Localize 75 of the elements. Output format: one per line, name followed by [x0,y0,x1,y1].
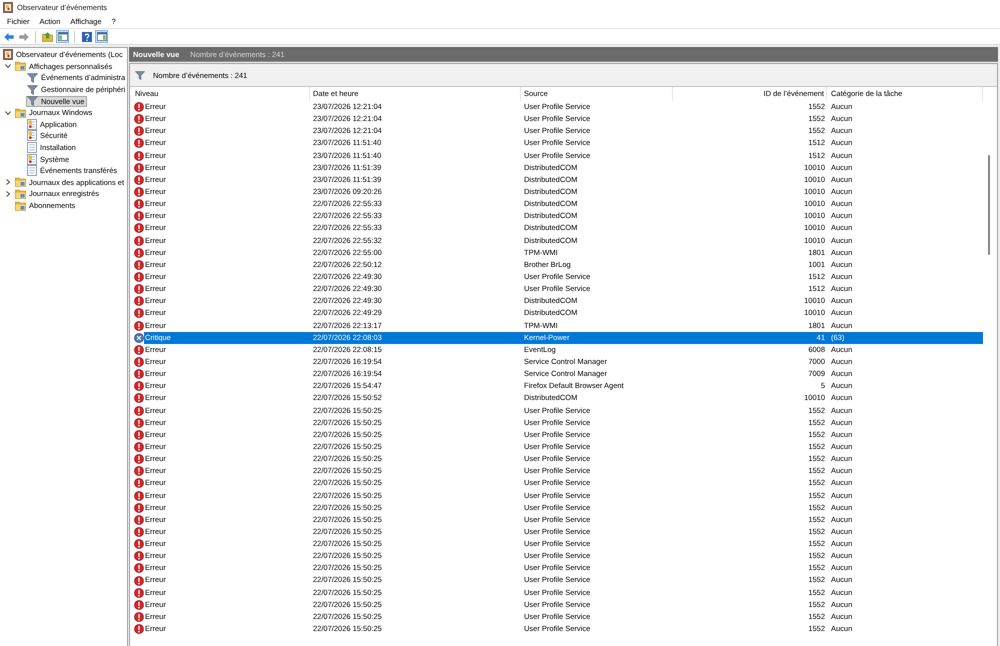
log-icon [27,142,37,154]
error-icon [134,588,144,598]
error-icon [134,357,144,368]
filter-icon [27,72,38,83]
error-icon [134,369,144,380]
error-icon [134,284,144,294]
error-icon [134,430,144,440]
error-icon [134,406,144,416]
error-icon [134,551,144,562]
up-folder-button[interactable] [41,30,54,43]
error-icon [134,138,144,148]
chevron-down-icon[interactable] [5,110,11,116]
app-icon [3,2,13,12]
error-icon [134,393,144,404]
folder-icon [15,177,26,188]
error-icon [134,162,144,173]
error-icon [134,174,144,185]
error-icon [134,563,144,574]
error-icon [134,199,144,210]
log-icon [27,165,37,176]
folder-icon [15,61,26,72]
back-button[interactable] [2,30,15,43]
error-icon [134,236,144,246]
error-icon [134,466,144,476]
console-tree-toggle[interactable] [56,30,69,43]
error-icon [134,442,144,452]
log-icon [27,130,37,142]
folder-icon [15,200,26,211]
error-icon [134,624,144,634]
error-icon [134,418,144,428]
error-icon [134,296,144,306]
error-icon [134,539,144,550]
error-icon [134,320,144,331]
arrow-left-icon [4,32,14,42]
error-icon [134,126,144,136]
error-icon [134,502,144,513]
folder-arrow-icon [42,32,53,42]
chevron-right-icon[interactable] [5,179,11,186]
error-icon [134,344,144,355]
folder-icon [15,108,26,118]
error-icon [134,600,144,610]
event-log-icon [3,49,13,60]
error-icon [134,526,144,537]
error-icon [134,223,144,234]
error-icon [134,381,144,392]
x-circle-icon [134,332,144,343]
error-icon [134,211,144,222]
log-icon [27,154,37,165]
error-icon [134,576,144,586]
error-icon [134,454,144,464]
error-icon [134,490,144,501]
error-icon [134,272,144,282]
chevron-right-icon[interactable] [5,190,11,197]
action-pane-toggle[interactable] [95,30,108,43]
error-icon [134,187,144,198]
filter-icon [27,96,38,106]
error-icon [134,514,144,525]
scrollbar-thumb[interactable] [988,155,990,255]
log-icon [27,118,37,130]
folder-icon [15,188,26,199]
error-icon [134,114,144,124]
error-icon [134,260,144,270]
window-pane-icon [58,32,68,41]
help-button[interactable] [80,30,93,43]
error-icon [134,308,144,318]
filter-icon [135,70,145,80]
help-icon [82,32,92,42]
error-icon [134,248,144,258]
error-icon [134,150,144,161]
arrow-right-icon [18,32,28,42]
error-icon [134,102,144,112]
chevron-down-icon[interactable] [5,63,11,70]
error-icon [134,478,144,488]
error-icon [134,612,144,622]
window-pane-icon [96,32,106,41]
